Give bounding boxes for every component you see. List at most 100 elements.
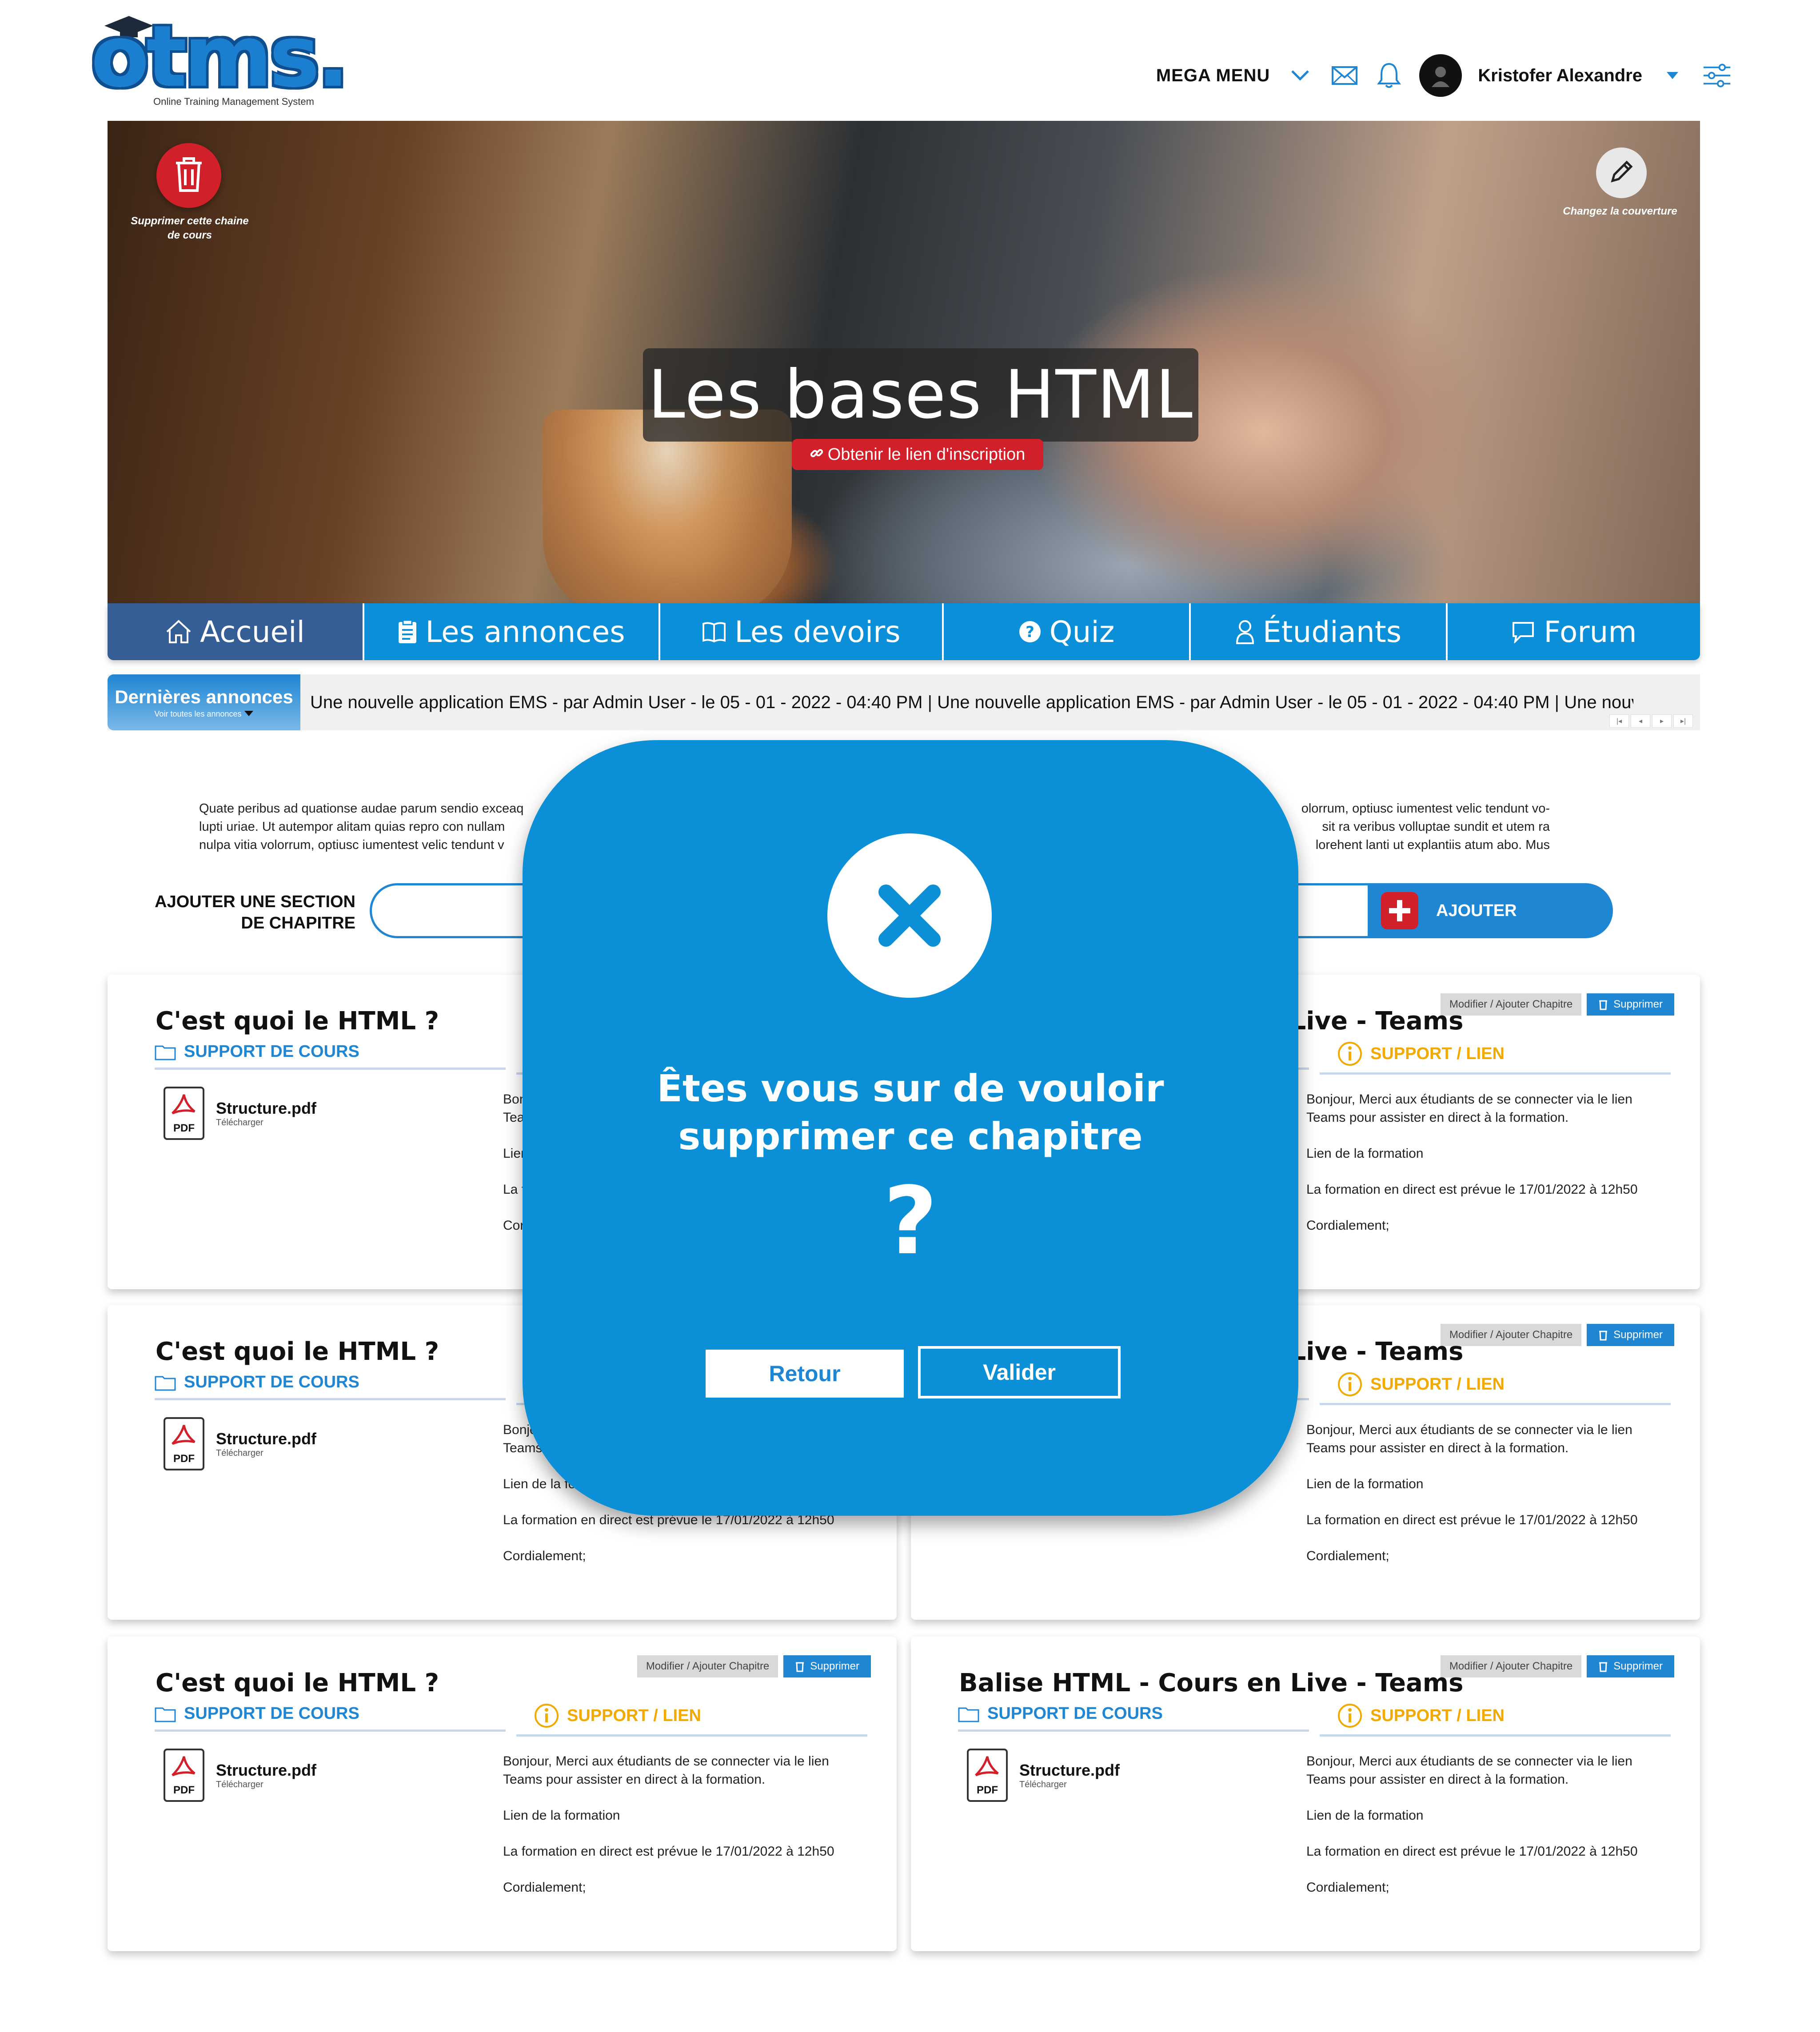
registration-link-label: Obtenir le lien d'inscription — [827, 445, 1026, 464]
link-header-label: SUPPORT / LIEN — [1370, 1706, 1505, 1725]
tab-label: Étudiants — [1262, 614, 1402, 649]
add-section-button[interactable]: AJOUTER — [1368, 883, 1613, 938]
confirm-button[interactable]: Valider — [918, 1346, 1121, 1398]
file-name: Structure.pdf — [216, 1761, 317, 1779]
registration-link-button[interactable]: Obtenir le lien d'inscription — [792, 439, 1043, 470]
ticker-text: Une nouvelle application EMS - par Admin… — [310, 692, 1633, 712]
delete-chapter-label: Supprimer — [1613, 1329, 1663, 1341]
chapter-text: Bonjour, Merci aux étudiants de se conne… — [503, 1754, 829, 1787]
home-icon — [166, 620, 191, 643]
avatar[interactable] — [1419, 54, 1462, 97]
change-cover-label: Changez la couverture — [1563, 205, 1677, 217]
caret-down-icon[interactable] — [1658, 61, 1687, 90]
delete-course-label: Supprimer cette chaine de cours — [131, 215, 249, 241]
course-link[interactable]: Lien de la formation — [503, 1806, 867, 1825]
chapter-body: Bonjour, Merci aux étudiants de se conne… — [503, 1752, 867, 1914]
delete-chapter-label: Supprimer — [1613, 998, 1663, 1010]
user-name[interactable]: Kristofer Alexandre — [1478, 66, 1642, 86]
intro-text: lupti uriae. Ut autempor alitam quias re… — [199, 820, 505, 834]
chapter-title: C'est quoi le HTML ? — [156, 1337, 439, 1366]
chapter-text: Cordialement; — [1306, 1549, 1389, 1563]
support-header: SUPPORT DE COURS — [155, 1373, 506, 1400]
top-navigation: MEGA MENU Kristofer Alexandre — [1156, 53, 1731, 98]
otms-logo[interactable]: otms. Online Training Management System — [91, 12, 349, 115]
mail-icon[interactable] — [1330, 61, 1359, 90]
chapter-text: Cordialement; — [1306, 1880, 1389, 1895]
link-header: SUPPORT / LIEN — [1320, 1703, 1671, 1737]
modify-chapter-button[interactable]: Modifier / Ajouter Chapitre — [637, 1655, 778, 1677]
confirm-message-line: Êtes vous sur de vouloir — [657, 1067, 1164, 1110]
chapter-text: Bonjour, Merci aux étudiants de se conne… — [1306, 1092, 1632, 1125]
course-title-box: Les bases HTML — [643, 348, 1198, 442]
tab-label: Forum — [1544, 614, 1637, 649]
file-name: Structure.pdf — [216, 1099, 317, 1117]
course-link[interactable]: Lien de la formation — [1306, 1144, 1671, 1163]
ticker-prev-button[interactable]: ◂ — [1631, 714, 1650, 728]
support-header-label: SUPPORT DE COURS — [184, 1042, 359, 1061]
chapter-text: La formation en direct est prévue le 17/… — [1306, 1513, 1638, 1527]
link-header-label: SUPPORT / LIEN — [1370, 1044, 1505, 1063]
course-file[interactable]: PDF Structure.pdf Télécharger — [164, 1087, 316, 1140]
ticker-next-button[interactable]: ▸ — [1652, 714, 1672, 728]
link-icon — [810, 445, 823, 464]
error-circle — [827, 833, 992, 998]
see-all-announcements[interactable]: Voir toutes les annonces — [154, 709, 253, 719]
link-header-label: SUPPORT / LIEN — [1370, 1375, 1505, 1394]
pdf-icon: PDF — [164, 1749, 204, 1802]
course-cover: Supprimer cette chaine de cours Changez … — [108, 121, 1700, 605]
chapter-title: C'est quoi le HTML ? — [156, 1669, 439, 1697]
course-file[interactable]: PDF Structure.pdf Télécharger — [164, 1749, 316, 1802]
trash-icon — [1599, 1331, 1608, 1341]
chapter-text: Cordialement; — [503, 1549, 586, 1563]
svg-text:?: ? — [1026, 623, 1034, 641]
ticker-last-button[interactable]: ▸| — [1673, 714, 1693, 728]
delete-chapter-button[interactable]: Supprimer — [783, 1655, 871, 1677]
logo-wordmark: otms. — [91, 8, 349, 106]
chapter-text: La formation en direct est prévue le 17/… — [1306, 1844, 1638, 1859]
intro-text: lorehent lanti ut explantiis atum abo. M… — [1315, 838, 1550, 852]
chapter-title: Balise HTML - Cours en Live - Teams — [959, 1669, 1464, 1697]
latest-announcements[interactable]: Dernières annonces Voir toutes les annon… — [108, 674, 300, 730]
delete-chapter-button[interactable]: Supprimer — [1587, 1655, 1674, 1677]
back-button[interactable]: Retour — [706, 1350, 904, 1398]
delete-chapter-button[interactable]: Supprimer — [1587, 993, 1674, 1016]
change-cover-button[interactable] — [1596, 147, 1647, 198]
intro-text: olorrum, optiusc iumentest velic tendunt… — [1301, 801, 1550, 816]
ticker-first-button[interactable]: |◂ — [1609, 714, 1629, 728]
chapter-card: Modifier / Ajouter Chapitre Supprimer Ba… — [911, 1637, 1700, 1951]
file-name: Structure.pdf — [216, 1429, 317, 1448]
confirm-message: Êtes vous sur de vouloir supprimer ce ch… — [523, 1064, 1298, 1160]
tab-label: Accueil — [200, 614, 305, 649]
course-tabs: Accueil Les annonces Les devoirs ? Quiz … — [108, 603, 1700, 660]
mega-menu[interactable]: MEGA MENU — [1156, 66, 1270, 86]
download-link[interactable]: Télécharger — [216, 1780, 316, 1790]
chapter-title: C'est quoi le HTML ? — [156, 1007, 439, 1036]
settings-sliders-icon[interactable] — [1703, 61, 1731, 90]
tab-forum[interactable]: Forum — [1448, 603, 1700, 660]
chapter-text: Cordialement; — [1306, 1218, 1389, 1233]
chevron-down-icon[interactable] — [1286, 61, 1314, 90]
course-file[interactable]: PDF Structure.pdf Télécharger — [164, 1417, 316, 1470]
bell-icon[interactable] — [1375, 61, 1403, 90]
download-link[interactable]: Télécharger — [216, 1448, 316, 1458]
tab-devoirs[interactable]: Les devoirs — [660, 603, 944, 660]
download-link[interactable]: Télécharger — [1019, 1780, 1120, 1790]
link-header: SUPPORT / LIEN — [1320, 1041, 1671, 1075]
delete-chapter-button[interactable]: Supprimer — [1587, 1324, 1674, 1346]
delete-course-button[interactable] — [156, 143, 221, 208]
course-file[interactable]: PDF Structure.pdf Télécharger — [967, 1749, 1120, 1802]
support-header-label: SUPPORT DE COURS — [987, 1704, 1163, 1723]
download-link[interactable]: Télécharger — [216, 1118, 316, 1128]
course-link[interactable]: Lien de la formation — [1306, 1806, 1671, 1825]
tab-annonces[interactable]: Les annonces — [364, 603, 660, 660]
course-link[interactable]: Lien de la formation — [1306, 1475, 1671, 1493]
support-header-label: SUPPORT DE COURS — [184, 1704, 359, 1723]
folder-icon — [155, 1376, 176, 1391]
pdf-icon: PDF — [967, 1749, 1008, 1802]
chapter-body: Bonjour, Merci aux étudiants de se conne… — [1306, 1421, 1671, 1583]
trash-icon — [173, 157, 204, 195]
tab-quiz[interactable]: ? Quiz — [944, 603, 1191, 660]
tab-etudiants[interactable]: Étudiants — [1191, 603, 1448, 660]
chapter-text: La formation en direct est prévue le 17/… — [1306, 1182, 1638, 1197]
tab-accueil[interactable]: Accueil — [108, 603, 364, 660]
